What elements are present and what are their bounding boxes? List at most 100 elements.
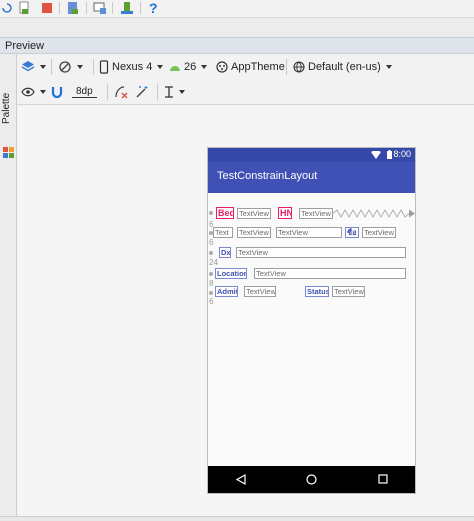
constraint-anchor[interactable] — [209, 291, 213, 295]
default-margin-button[interactable]: 8dp — [72, 84, 97, 100]
device-monitor-icon[interactable] — [93, 1, 107, 15]
locale-dropdown[interactable]: Default (en-us) — [293, 59, 392, 75]
status-label[interactable]: Status — [305, 286, 329, 297]
admit-label[interactable]: Admit — [215, 286, 238, 297]
align-dropdown[interactable] — [164, 84, 185, 100]
theme-label: AppTheme — [231, 61, 285, 73]
navigation-bar — [208, 466, 415, 493]
palette-label[interactable]: Palette — [1, 93, 12, 124]
design-toolbar-row: 8dp — [17, 80, 474, 104]
toolbar-separator — [286, 59, 287, 75]
toolbar-separator — [157, 84, 158, 100]
chevron-down-icon — [40, 90, 46, 94]
editor-area — [0, 18, 474, 37]
name-label[interactable]: ชื่อ — [345, 227, 359, 238]
location-label[interactable]: Location — [215, 268, 247, 279]
toolbar-separator — [140, 2, 141, 14]
row2-value[interactable]: TextView — [237, 227, 271, 238]
app-title: TestConstrainLayout — [217, 170, 318, 182]
phone-icon — [99, 60, 109, 74]
stop-icon[interactable] — [40, 1, 54, 15]
toolbar-separator — [59, 2, 60, 14]
android-icon — [170, 66, 180, 71]
reload-icon[interactable] — [0, 1, 14, 15]
margin-indicator: 6 — [209, 297, 214, 306]
avd-icon[interactable] — [120, 1, 134, 15]
theme-button[interactable]: AppTheme — [216, 59, 285, 75]
constraint-anchor[interactable] — [209, 272, 213, 276]
design-toolbar: Nexus 4 26 AppTheme Default (en-us) 8dp — [17, 55, 474, 105]
left-tool-rail: Palette — [0, 54, 17, 521]
layers-dropdown[interactable] — [21, 59, 46, 75]
locale-label: Default (en-us) — [308, 61, 381, 73]
bed-value[interactable]: TextView — [237, 208, 271, 219]
chevron-down-icon — [179, 90, 185, 94]
device-file-icon[interactable] — [17, 1, 31, 15]
magnet-icon — [51, 87, 63, 98]
device-dropdown[interactable]: Nexus 4 — [99, 59, 164, 75]
hn-label[interactable]: HN — [278, 207, 292, 219]
theme-icon — [216, 61, 228, 73]
eye-icon — [21, 87, 35, 97]
wifi-icon — [371, 151, 381, 159]
rotate-icon — [59, 61, 71, 73]
admit-value[interactable]: TextView — [244, 286, 276, 297]
recents-icon[interactable] — [378, 474, 388, 484]
help-icon[interactable]: ? — [149, 0, 158, 16]
device-preview[interactable]: 8:00 TestConstrainLayout Bed TextView HN… — [208, 148, 415, 493]
margin-indicator: 8 — [209, 279, 214, 288]
device-label: Nexus 4 — [112, 61, 153, 73]
preview-title: Preview — [5, 40, 45, 52]
api-dropdown[interactable]: 26 — [169, 59, 208, 75]
hn-value[interactable]: TextView — [299, 208, 333, 219]
status-value[interactable]: TextView — [332, 286, 365, 297]
autoconnect-toggle[interactable] — [51, 84, 63, 100]
name-extra-value[interactable]: TextView — [362, 227, 396, 238]
dx-label[interactable]: Dx — [219, 247, 231, 258]
orientation-dropdown[interactable] — [58, 59, 83, 75]
app-bar: TestConstrainLayout — [208, 162, 415, 193]
margin-indicator: 6 — [209, 238, 214, 247]
constraint-anchor[interactable] — [209, 251, 213, 255]
toolbar-separator — [93, 59, 94, 75]
design-toolbar-row: Nexus 4 26 AppTheme Default (en-us) — [17, 55, 474, 79]
magic-wand-icon — [136, 86, 148, 98]
location-value[interactable]: TextView — [254, 268, 406, 279]
palette-tab[interactable] — [2, 58, 15, 98]
toolbar-separator — [51, 59, 52, 75]
chevron-down-icon — [201, 65, 208, 69]
status-bar: 8:00 — [208, 148, 415, 162]
globe-icon — [293, 61, 305, 73]
dx-value[interactable]: TextView — [236, 247, 406, 258]
api-level: 26 — [184, 61, 197, 73]
infer-constraints-button[interactable] — [135, 84, 149, 100]
bed-label[interactable]: Bed — [216, 207, 234, 219]
back-icon[interactable] — [236, 474, 246, 485]
margin-value: 8dp — [72, 86, 97, 98]
chevron-down-icon — [77, 65, 83, 69]
layers-icon — [21, 61, 35, 72]
battery-icon — [387, 150, 392, 159]
chevron-down-icon — [385, 65, 392, 69]
align-icon — [165, 86, 173, 98]
preview-header: Preview — [0, 37, 474, 54]
view-options-dropdown[interactable] — [21, 84, 46, 100]
main-toolbar: ? — [0, 0, 474, 18]
sdk-manager-icon[interactable] — [66, 1, 80, 15]
chevron-down-icon — [157, 65, 164, 69]
toolbar-separator — [107, 84, 108, 100]
toolbar-separator — [112, 2, 113, 14]
bottom-bar — [0, 516, 474, 521]
constraint-spring — [333, 209, 415, 218]
home-icon[interactable] — [306, 474, 317, 485]
clear-constraints-icon — [115, 86, 128, 99]
status-time: 8:00 — [393, 149, 411, 159]
constraint-anchor[interactable] — [209, 211, 213, 215]
name-value[interactable]: TextView — [276, 227, 342, 238]
margin-indicator: 24 — [209, 258, 218, 267]
text-label[interactable]: Text — [213, 227, 233, 238]
palette-icon[interactable] — [3, 147, 14, 158]
toolbar-separator — [86, 2, 87, 14]
chevron-down-icon — [40, 65, 46, 69]
clear-constraints-button[interactable] — [114, 84, 128, 100]
